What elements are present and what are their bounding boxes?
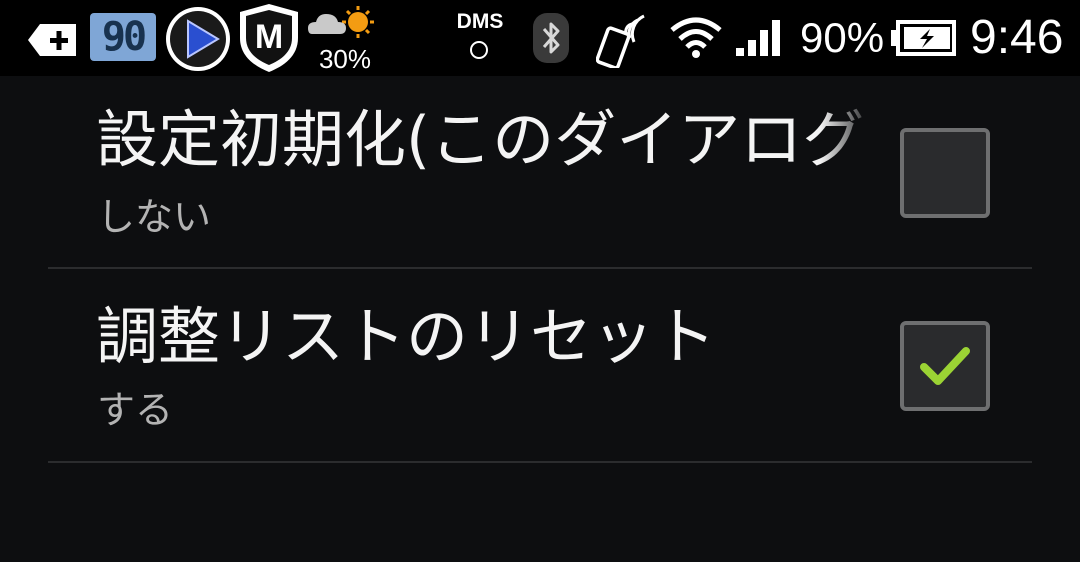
nfc-phone-icon [596, 14, 645, 68]
svg-text:M: M [255, 18, 283, 56]
add-tab-icon [28, 24, 76, 56]
wifi-icon [670, 17, 722, 58]
divider [48, 461, 1032, 463]
play-icon [166, 7, 230, 71]
preference-summary: しない [97, 195, 212, 239]
number-badge-icon: 90 [90, 13, 156, 61]
battery-charging-icon [891, 20, 956, 56]
shield-m-icon: M [240, 4, 298, 72]
checkbox-unchecked[interactable] [900, 128, 990, 218]
dms-label: DMS [456, 10, 504, 33]
dms-icon [470, 41, 488, 59]
preference-item-reset-adjust-list[interactable]: 調整リストのリセット する [0, 269, 1080, 461]
title-fade [820, 102, 876, 178]
preference-summary: する [97, 388, 174, 432]
notification-number: 90 [101, 14, 147, 60]
preference-title: 調整リストのリセット [96, 300, 717, 373]
checkbox-checked[interactable] [900, 321, 990, 411]
preference-item-reset-settings[interactable]: 設定初期化(このダイアログ しない [0, 76, 1080, 268]
bluetooth-icon [533, 13, 569, 63]
status-bar: 90 M 30% DMS 90% 9:46 [0, 0, 1080, 76]
weather-icon [308, 6, 374, 38]
clock: 9:46 [970, 11, 1064, 64]
battery-percent: 90% [800, 14, 885, 61]
check-mark-icon [920, 347, 970, 385]
weather-percent: 30% [318, 44, 372, 74]
preference-title: 設定初期化(このダイアログ [96, 103, 865, 176]
signal-icon [736, 20, 780, 56]
